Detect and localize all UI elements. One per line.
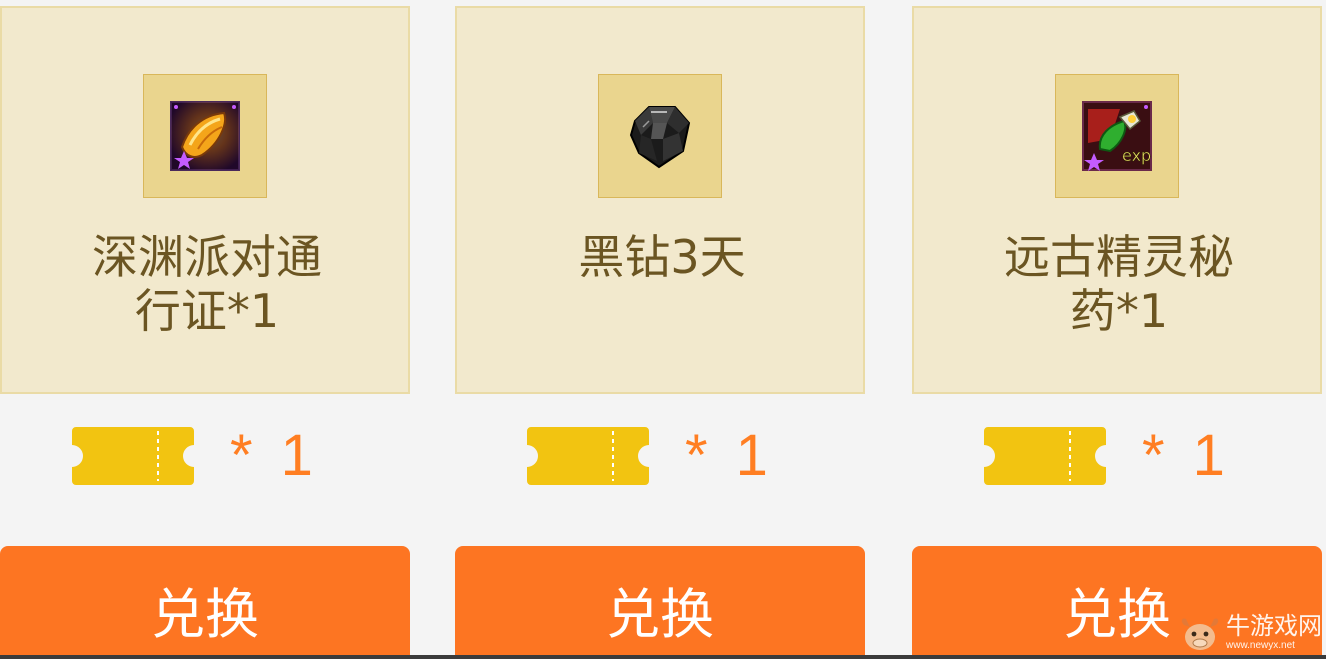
ticket-icon: [984, 427, 1106, 485]
bull-logo-icon: [1181, 617, 1219, 650]
exchange-button[interactable]: 兑换: [0, 546, 410, 659]
item-card: 深渊派对通 行证*1: [0, 6, 410, 394]
exchange-item-1: 深渊派对通 行证*1 * 1 兑换: [0, 0, 412, 659]
exchange-button[interactable]: 兑换: [455, 546, 865, 659]
item-icon-frame: exp: [1055, 74, 1179, 198]
ancient-elf-potion-icon: exp: [1082, 101, 1152, 171]
item-card: exp 远古精灵秘 药*1: [912, 6, 1322, 394]
cost-quantity: * 1: [230, 423, 319, 488]
exchange-item-3: exp 远古精灵秘 药*1 * 1 兑换: [912, 0, 1324, 659]
item-icon-frame: [143, 74, 267, 198]
item-icon-frame: [598, 74, 722, 198]
black-diamond-icon: [629, 106, 691, 169]
item-name: 深渊派对通 行证*1: [52, 230, 362, 338]
item-cost: * 1: [527, 425, 774, 487]
bottom-divider: [0, 655, 1326, 659]
item-cost: * 1: [984, 425, 1231, 487]
ticket-icon: [72, 427, 194, 485]
exchange-item-2: 黑钻3天 * 1 兑换: [455, 0, 867, 659]
exchange-page: 深渊派对通 行证*1 * 1 兑换 黑钻3天 * 1 兑换 exp 远古精灵秘 …: [0, 0, 1326, 659]
item-name-line1: 深渊派对通: [92, 230, 322, 284]
item-name-line2: 行证*1: [134, 284, 280, 338]
item-cost: * 1: [72, 425, 319, 487]
svg-text:exp: exp: [1122, 146, 1151, 165]
item-name: 黑钻3天: [507, 230, 817, 284]
item-name-line2: 药*1: [1069, 284, 1169, 338]
abyss-pass-icon: [170, 101, 240, 171]
watermark-url-text: www.newyx.net: [1226, 640, 1295, 651]
ticket-icon: [527, 427, 649, 485]
item-name-line1: 远古精灵秘: [1004, 230, 1234, 284]
item-name: 远古精灵秘 药*1: [964, 230, 1274, 338]
site-watermark: 牛游戏网 www.newyx.net: [1178, 606, 1326, 659]
cost-quantity: * 1: [1142, 423, 1231, 488]
cost-quantity: * 1: [685, 423, 774, 488]
item-card: 黑钻3天: [455, 6, 865, 394]
watermark-main-text: 牛游戏网: [1226, 612, 1322, 640]
item-name-line1: 黑钻3天: [578, 230, 746, 284]
